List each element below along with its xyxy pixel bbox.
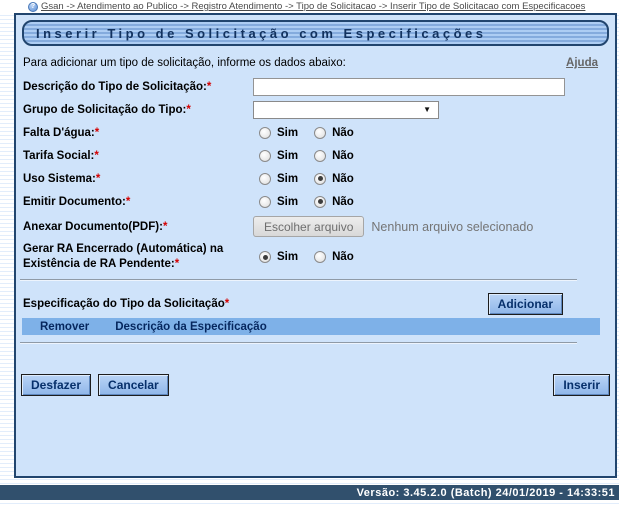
- uso-sistema-label-text: Uso Sistema:: [23, 173, 96, 185]
- spec-section-label-text: Especificação do Tipo da Solicitação: [23, 298, 225, 310]
- tarifa-social-label-text: Tarifa Social:: [23, 150, 94, 162]
- instruction-text: Para adicionar um tipo de solicitação, i…: [23, 57, 346, 69]
- form-row-emitir-documento: Emitir Documento:* Sim Não: [23, 190, 615, 213]
- gerar-ra-label: Gerar RA Encerrado (Automática) na Exist…: [23, 242, 253, 272]
- emitir-documento-label: Emitir Documento:*: [23, 196, 253, 208]
- gerar-ra-label-line1: Gerar RA Encerrado (Automática) na: [23, 243, 223, 255]
- tarifa-social-nao-radio[interactable]: [314, 150, 326, 162]
- grupo-select[interactable]: ▼: [253, 101, 439, 119]
- required-marker: *: [225, 298, 229, 310]
- required-marker: *: [126, 196, 130, 208]
- descricao-label-text: Descrição do Tipo de Solicitação:: [23, 81, 207, 93]
- descricao-input[interactable]: [253, 78, 565, 96]
- form-row-descricao: Descrição do Tipo de Solicitação:*: [23, 75, 615, 98]
- inserir-button[interactable]: Inserir: [553, 374, 610, 396]
- instruction-row: Para adicionar um tipo de solicitação, i…: [23, 57, 598, 69]
- uso-sistema-sim-radio[interactable]: [259, 173, 271, 185]
- main-panel: Inserir Tipo de Solicitação com Especifi…: [14, 13, 617, 478]
- spec-table-header: Remover Descrição da Especificação: [22, 318, 600, 335]
- nao-radio-label: Não: [332, 196, 354, 208]
- sim-radio-label: Sim: [277, 150, 298, 162]
- page-title: Inserir Tipo de Solicitação com Especifi…: [36, 26, 487, 41]
- uso-sistema-radio-group: Sim Não: [253, 173, 370, 185]
- nao-radio-label: Não: [332, 173, 354, 185]
- form-row-falta-dagua: Falta D'água:* Sim Não: [23, 121, 615, 144]
- grupo-label: Grupo de Solicitação do Tipo:*: [23, 104, 253, 116]
- falta-dagua-nao-radio[interactable]: [314, 127, 326, 139]
- falta-dagua-radio-group: Sim Não: [253, 127, 370, 139]
- breadcrumb-trail[interactable]: Gsan -> Atendimento ao Publico -> Regist…: [41, 1, 585, 12]
- nao-radio-label: Não: [332, 150, 354, 162]
- desfazer-button[interactable]: Desfazer: [21, 374, 91, 396]
- sim-radio-label: Sim: [277, 173, 298, 185]
- descricao-especificacao-column-header: Descrição da Especificação: [115, 321, 267, 333]
- adicionar-button[interactable]: Adicionar: [488, 293, 563, 315]
- breadcrumb: ? Gsan -> Atendimento ao Publico -> Regi…: [0, 0, 619, 13]
- gerar-ra-sim-radio[interactable]: [259, 251, 271, 263]
- falta-dagua-label: Falta D'água:*: [23, 127, 253, 139]
- tarifa-social-sim-radio[interactable]: [259, 150, 271, 162]
- ajuda-link[interactable]: Ajuda: [566, 57, 598, 69]
- dropdown-arrow-icon: ▼: [423, 105, 431, 114]
- form-row-anexar-documento: Anexar Documento(PDF):* Escolher arquivo…: [23, 213, 615, 240]
- nao-radio-label: Não: [332, 251, 354, 263]
- spec-header-row: Especificação do Tipo da Solicitação* Ad…: [23, 293, 563, 315]
- actions-row: Desfazer Cancelar Inserir: [21, 374, 610, 396]
- section-divider: [20, 279, 577, 281]
- help-ball-icon[interactable]: ?: [28, 2, 38, 12]
- version-text: Versão: 3.45.2.0 (Batch) 24/01/2019 - 14…: [357, 487, 615, 499]
- nao-radio-label: Não: [332, 127, 354, 139]
- gerar-ra-nao-radio[interactable]: [314, 251, 326, 263]
- falta-dagua-label-text: Falta D'água:: [23, 127, 95, 139]
- gerar-ra-radio-group: Sim Não: [253, 251, 370, 263]
- choose-file-button[interactable]: Escolher arquivo: [253, 216, 364, 237]
- sim-radio-label: Sim: [277, 196, 298, 208]
- anexar-documento-label: Anexar Documento(PDF):*: [23, 221, 253, 233]
- spec-section-label: Especificação do Tipo da Solicitação*: [23, 298, 229, 310]
- form-area: Descrição do Tipo de Solicitação:* Grupo…: [23, 75, 615, 274]
- cancelar-button[interactable]: Cancelar: [98, 374, 169, 396]
- falta-dagua-sim-radio[interactable]: [259, 127, 271, 139]
- emitir-documento-sim-radio[interactable]: [259, 196, 271, 208]
- form-row-uso-sistema: Uso Sistema:* Sim Não: [23, 167, 615, 190]
- section-divider: [20, 342, 577, 344]
- tarifa-social-radio-group: Sim Não: [253, 150, 370, 162]
- remover-column-header: Remover: [40, 321, 89, 333]
- descricao-label: Descrição do Tipo de Solicitação:*: [23, 81, 253, 93]
- required-marker: *: [207, 81, 211, 93]
- emitir-documento-nao-radio[interactable]: [314, 196, 326, 208]
- sim-radio-label: Sim: [277, 251, 298, 263]
- footer-version-bar: Versão: 3.45.2.0 (Batch) 24/01/2019 - 14…: [0, 485, 619, 500]
- required-marker: *: [163, 221, 167, 233]
- required-marker: *: [96, 173, 100, 185]
- required-marker: *: [175, 258, 179, 270]
- emitir-documento-label-text: Emitir Documento:: [23, 196, 126, 208]
- anexar-documento-label-text: Anexar Documento(PDF):: [23, 221, 163, 233]
- tarifa-social-label: Tarifa Social:*: [23, 150, 253, 162]
- form-row-tarifa-social: Tarifa Social:* Sim Não: [23, 144, 615, 167]
- page-title-bar: Inserir Tipo de Solicitação com Especifi…: [22, 20, 609, 46]
- grupo-label-text: Grupo de Solicitação do Tipo:: [23, 104, 186, 116]
- sim-radio-label: Sim: [277, 127, 298, 139]
- required-marker: *: [186, 104, 190, 116]
- required-marker: *: [94, 150, 98, 162]
- required-marker: *: [95, 127, 99, 139]
- emitir-documento-radio-group: Sim Não: [253, 196, 370, 208]
- uso-sistema-label: Uso Sistema:*: [23, 173, 253, 185]
- uso-sistema-nao-radio[interactable]: [314, 173, 326, 185]
- file-status-text: Nenhum arquivo selecionado: [371, 220, 533, 234]
- gerar-ra-label-line2: Existência de RA Pendente:: [23, 258, 175, 270]
- form-row-grupo: Grupo de Solicitação do Tipo:* ▼: [23, 98, 615, 121]
- form-row-gerar-ra: Gerar RA Encerrado (Automática) na Exist…: [23, 240, 615, 274]
